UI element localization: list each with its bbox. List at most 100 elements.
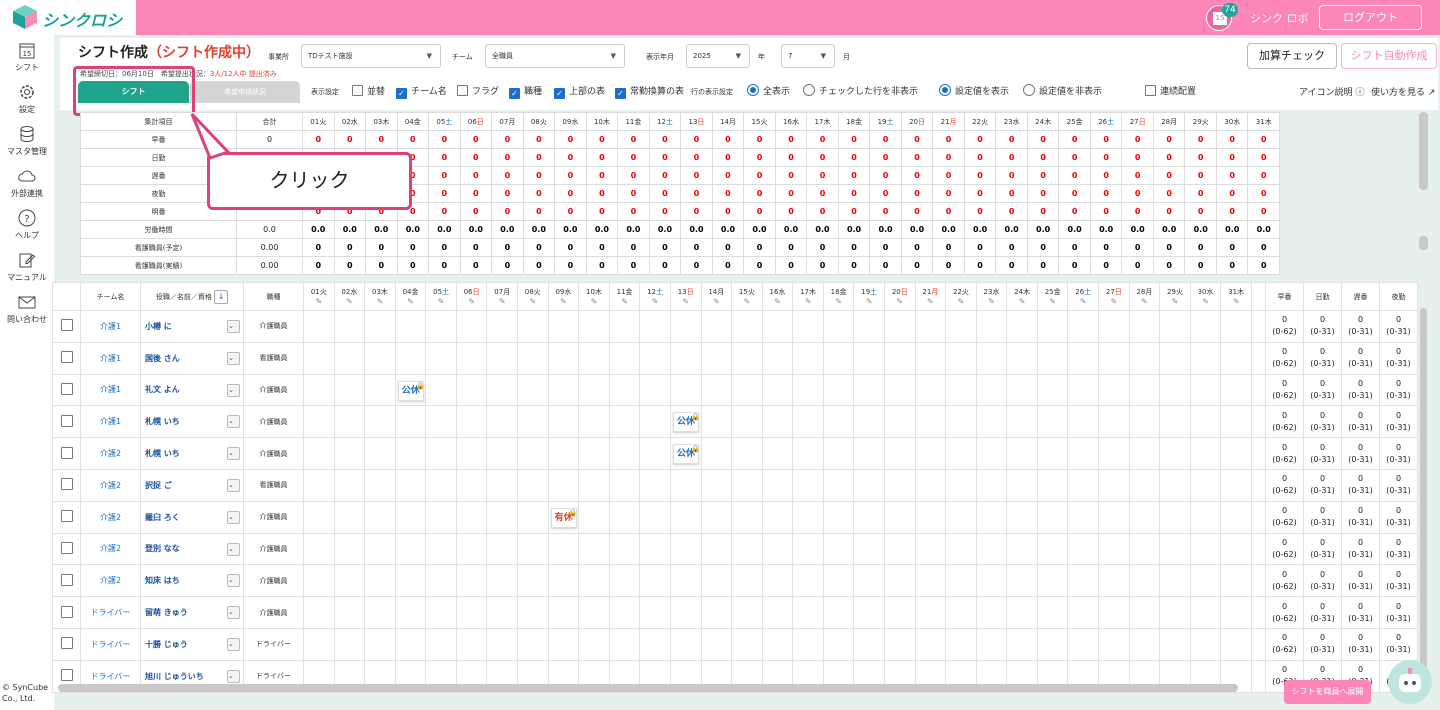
radio-show-setting[interactable]: 設定値を表示: [939, 84, 1009, 97]
shift-cell[interactable]: [1128, 627, 1161, 661]
shift-cell[interactable]: [822, 341, 855, 375]
shift-cell[interactable]: [425, 373, 457, 407]
shift-cell[interactable]: [1098, 405, 1130, 439]
chevron-down-icon[interactable]: ⌄: [227, 447, 240, 461]
shift-cell[interactable]: [883, 596, 916, 629]
shift-cell[interactable]: [364, 341, 396, 375]
option-flag[interactable]: フラグ: [457, 84, 499, 97]
shift-cell[interactable]: [731, 341, 763, 375]
shift-cell[interactable]: [486, 468, 519, 502]
shift-cell[interactable]: [1159, 405, 1191, 439]
shift-cell[interactable]: [1067, 596, 1100, 629]
shift-cell[interactable]: [731, 627, 763, 661]
chevron-down-icon[interactable]: ⌄: [227, 637, 240, 651]
shift-cell[interactable]: [853, 437, 885, 470]
shift-cell[interactable]: [822, 373, 855, 407]
shift-cell[interactable]: [1036, 468, 1069, 502]
shift-cell[interactable]: [1220, 468, 1252, 502]
shift-cell[interactable]: [975, 627, 1008, 661]
shift-cell[interactable]: [394, 341, 427, 375]
shift-cell[interactable]: [486, 373, 519, 407]
shift-cell[interactable]: [822, 627, 855, 661]
shift-cell[interactable]: [1036, 373, 1069, 407]
day-header[interactable]: 30水 ✎: [1189, 282, 1222, 311]
day-header[interactable]: 24木 ✎: [1006, 282, 1038, 311]
shift-cell[interactable]: [333, 437, 366, 470]
shift-cell[interactable]: [975, 373, 1008, 407]
shift-cell[interactable]: [1159, 310, 1191, 343]
day-header[interactable]: 11金 ✎: [608, 282, 641, 311]
shift-cell[interactable]: [303, 627, 335, 661]
day-header[interactable]: 04金 ✎: [394, 282, 427, 311]
shift-cell[interactable]: [1006, 310, 1038, 343]
shift-cell[interactable]: [853, 405, 885, 439]
shift-cell[interactable]: [486, 532, 519, 566]
shift-cell[interactable]: [700, 310, 733, 343]
shift-cell[interactable]: [914, 405, 947, 439]
shift-cell[interactable]: [639, 500, 671, 534]
month-select[interactable]: 7 ▼: [781, 44, 835, 68]
shift-cell[interactable]: [486, 405, 519, 439]
shift-cell[interactable]: [853, 596, 885, 629]
staff-name[interactable]: 知床 はち ⌄: [140, 564, 244, 598]
shift-cell[interactable]: [608, 500, 641, 534]
row-checkbox[interactable]: [60, 319, 73, 332]
chatbot-robot-icon[interactable]: [1388, 660, 1432, 704]
shift-cell[interactable]: [1220, 437, 1252, 470]
shift-cell[interactable]: [333, 405, 366, 439]
shift-cell[interactable]: [1159, 373, 1191, 407]
shift-cell[interactable]: [517, 627, 549, 661]
shift-cell[interactable]: [1189, 564, 1222, 598]
shift-cell[interactable]: [822, 405, 855, 439]
shift-cell[interactable]: [455, 596, 488, 629]
shift-cell[interactable]: [1036, 310, 1069, 343]
shift-cell[interactable]: [792, 500, 824, 534]
shift-cell[interactable]: [547, 596, 580, 629]
shift-cell[interactable]: [761, 596, 794, 629]
shift-cell[interactable]: [333, 373, 366, 407]
shift-cell[interactable]: [517, 500, 549, 534]
shift-cell[interactable]: [333, 500, 366, 534]
shift-cell[interactable]: [303, 341, 335, 375]
staff-name[interactable]: 札幌 いち ⌄: [140, 405, 244, 439]
shift-cell[interactable]: [914, 373, 947, 407]
shift-cell[interactable]: [1189, 341, 1222, 375]
shift-cell[interactable]: [1098, 373, 1130, 407]
shift-cell[interactable]: [975, 564, 1008, 598]
shift-cell[interactable]: [731, 373, 763, 407]
shift-cell[interactable]: [914, 437, 947, 470]
shift-cell[interactable]: [578, 341, 610, 375]
shift-cell[interactable]: [822, 564, 855, 598]
shift-cell[interactable]: [1067, 627, 1100, 661]
shift-cell[interactable]: [578, 500, 610, 534]
chevron-down-icon[interactable]: ⌄: [227, 320, 240, 333]
shift-cell[interactable]: [669, 596, 702, 629]
vertical-scrollbar-thumb[interactable]: [1419, 236, 1428, 250]
shift-cell[interactable]: [792, 596, 824, 629]
shift-cell[interactable]: [883, 341, 916, 375]
shift-cell[interactable]: [945, 341, 977, 375]
shift-cell[interactable]: [1006, 500, 1038, 534]
shift-tag[interactable]: 有休 🔒: [550, 507, 578, 528]
shift-cell[interactable]: [761, 437, 794, 470]
shift-cell[interactable]: [608, 532, 641, 566]
shift-cell[interactable]: [853, 500, 885, 534]
day-header[interactable]: 26土 ✎: [1067, 282, 1100, 311]
shift-cell[interactable]: [455, 405, 488, 439]
shift-cell[interactable]: [1006, 596, 1038, 629]
shift-cell[interactable]: [883, 373, 916, 407]
staff-name[interactable]: 国後 さん ⌄: [140, 341, 244, 375]
day-header[interactable]: 21月 ✎: [914, 282, 947, 311]
shift-cell[interactable]: [1220, 627, 1252, 661]
shift-cell[interactable]: [517, 341, 549, 375]
shift-cell[interactable]: [455, 532, 488, 566]
shift-cell[interactable]: [853, 341, 885, 375]
shift-cell[interactable]: [822, 437, 855, 470]
shift-cell[interactable]: [1159, 468, 1191, 502]
day-header[interactable]: 10木 ✎: [578, 282, 610, 311]
shift-cell[interactable]: [731, 532, 763, 566]
day-header[interactable]: 31木 ✎: [1220, 282, 1252, 311]
sidebar-item-manual[interactable]: マニュアル: [0, 250, 54, 283]
shift-cell[interactable]: [578, 468, 610, 502]
shift-cell[interactable]: [822, 596, 855, 629]
